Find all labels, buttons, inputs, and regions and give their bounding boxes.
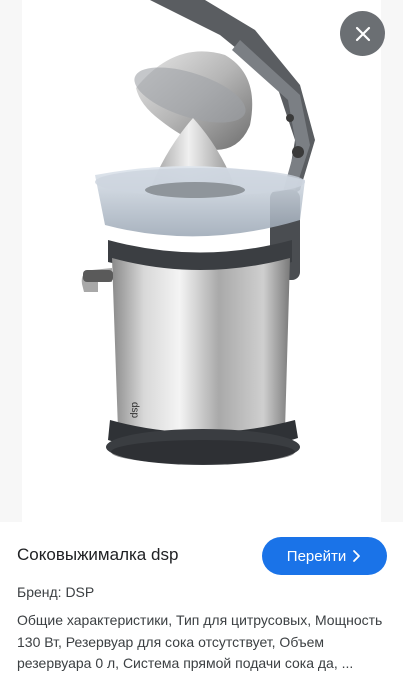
close-icon (355, 26, 370, 41)
chevron-right-icon (353, 550, 361, 562)
product-brand: Бренд: DSP (17, 584, 95, 600)
juicer-image: dsp (81, 0, 315, 465)
brand-logo: dsp (129, 402, 140, 419)
product-image-area: dsp (0, 0, 403, 522)
go-button-label: Перейти (286, 547, 347, 565)
product-title: Соковыжималка dsp (17, 545, 179, 564)
product-info-panel: Соковыжималка dsp Перейти Бренд: DSP Общ… (0, 522, 403, 699)
close-button[interactable] (340, 11, 385, 56)
go-button[interactable]: Перейти (262, 537, 387, 575)
product-description: Общие характеристики, Тип для цитрусовых… (17, 612, 383, 671)
